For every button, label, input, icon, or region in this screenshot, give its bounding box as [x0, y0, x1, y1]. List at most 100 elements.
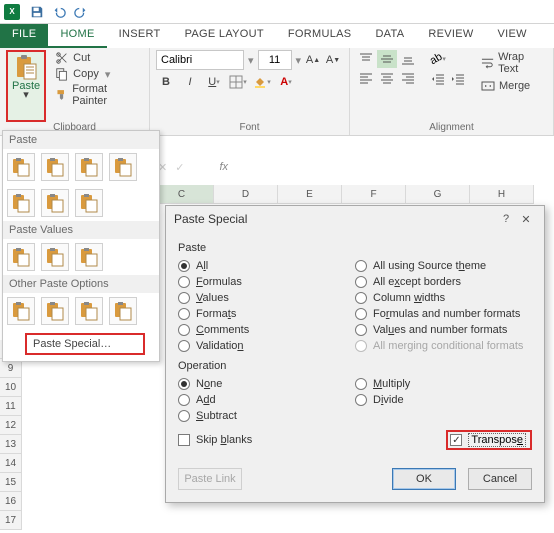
wrap-text-icon: [481, 56, 494, 70]
paste-option-transpose[interactable]: [75, 189, 103, 217]
column-header[interactable]: F: [342, 185, 406, 204]
paste-option-values[interactable]: [7, 243, 35, 271]
paste-option-no-borders[interactable]: [7, 189, 35, 217]
orientation-button[interactable]: ab▾: [428, 50, 448, 68]
tab-review[interactable]: REVIEW: [416, 24, 485, 48]
tab-formulas[interactable]: FORMULAS: [276, 24, 364, 48]
decrease-font-button[interactable]: A▼: [325, 51, 341, 69]
operation-radio-2[interactable]: Subtract: [178, 408, 355, 424]
italic-button[interactable]: I: [180, 72, 200, 92]
align-left-button[interactable]: [356, 69, 376, 87]
row-header[interactable]: 10: [0, 378, 22, 397]
operation-radio-1[interactable]: Add: [178, 392, 355, 408]
tab-page-layout[interactable]: PAGE LAYOUT: [173, 24, 276, 48]
increase-indent-button[interactable]: [448, 70, 468, 88]
merge-button[interactable]: Merge: [478, 78, 547, 94]
chevron-down-icon[interactable]: ▾: [248, 54, 254, 67]
close-button[interactable]: ✕: [516, 213, 536, 226]
align-right-button[interactable]: [398, 69, 418, 87]
excel-icon: X: [4, 4, 20, 20]
formula-accept-icon[interactable]: ✓: [175, 161, 184, 174]
ok-button[interactable]: OK: [392, 468, 456, 490]
undo-button[interactable]: [49, 2, 69, 22]
format-painter-button[interactable]: Format Painter: [52, 82, 143, 108]
formula-bar[interactable]: ✕ ✓ fx: [150, 155, 554, 179]
paste-radio-0[interactable]: All using Source theme: [355, 258, 532, 274]
fx-icon[interactable]: fx: [219, 161, 228, 173]
transpose-label: Transpose: [468, 433, 526, 447]
tab-data[interactable]: DATA: [363, 24, 416, 48]
paste-radio-5[interactable]: Validation: [178, 338, 355, 354]
operation-radio-0[interactable]: Multiply: [355, 376, 532, 392]
paste-option-values-src[interactable]: [75, 243, 103, 271]
wrap-text-button[interactable]: Wrap Text: [478, 50, 547, 76]
paste-special-menu-item[interactable]: Paste Special…: [25, 333, 145, 355]
help-button[interactable]: ?: [496, 213, 516, 225]
paste-option-values-fmt[interactable]: [75, 153, 103, 181]
paste-radio-4[interactable]: Values and number formats: [355, 322, 532, 338]
radio-icon: [178, 324, 190, 336]
copy-button[interactable]: Copy▾: [52, 66, 143, 82]
tab-insert[interactable]: INSERT: [107, 24, 173, 48]
paste-radio-1[interactable]: Formulas: [178, 274, 355, 290]
font-color-button[interactable]: A▾: [276, 72, 296, 92]
paste-option-keep-src[interactable]: [109, 153, 137, 181]
paste-radio-3[interactable]: Formats: [178, 306, 355, 322]
operation-radio-1[interactable]: Divide: [355, 392, 532, 408]
row-header[interactable]: 14: [0, 454, 22, 473]
tab-view[interactable]: VIEW: [486, 24, 539, 48]
operation-radio-0[interactable]: None: [178, 376, 355, 392]
paste-option-picture[interactable]: [75, 297, 103, 325]
paste-option-formulas[interactable]: [41, 153, 69, 181]
underline-button[interactable]: U▾: [204, 72, 224, 92]
row-header[interactable]: 13: [0, 435, 22, 454]
font-size-select[interactable]: [258, 50, 292, 70]
cancel-button[interactable]: Cancel: [468, 468, 532, 490]
column-header[interactable]: E: [278, 185, 342, 204]
align-top-button[interactable]: [356, 50, 376, 68]
paste-radio-2[interactable]: Values: [178, 290, 355, 306]
fill-color-button[interactable]: ▾: [252, 72, 272, 92]
format-painter-label: Format Painter: [72, 83, 140, 107]
chevron-down-icon[interactable]: ▾: [296, 54, 302, 67]
align-bottom-button[interactable]: [398, 50, 418, 68]
radio-icon: [178, 340, 190, 352]
paste-radio-4[interactable]: Comments: [178, 322, 355, 338]
row-header[interactable]: 11: [0, 397, 22, 416]
transpose-checkbox[interactable]: Transpose: [446, 430, 532, 450]
paste-radio-0[interactable]: All: [178, 258, 355, 274]
tab-file[interactable]: FILE: [0, 24, 48, 48]
bold-button[interactable]: B: [156, 72, 176, 92]
paste-radio-2[interactable]: Column widths: [355, 290, 532, 306]
row-header[interactable]: 17: [0, 511, 22, 530]
column-header[interactable]: G: [406, 185, 470, 204]
tab-home[interactable]: HOME: [48, 24, 106, 48]
paste-option-link[interactable]: [41, 297, 69, 325]
chevron-down-icon[interactable]: ▾: [12, 92, 40, 98]
paste-option-col-widths[interactable]: [41, 189, 69, 217]
row-header[interactable]: 16: [0, 492, 22, 511]
decrease-indent-button[interactable]: [428, 70, 448, 88]
increase-font-button[interactable]: A▲: [305, 51, 321, 69]
paste-option-all[interactable]: [7, 153, 35, 181]
cut-button[interactable]: Cut: [52, 50, 143, 66]
align-center-button[interactable]: [377, 69, 397, 87]
paste-option-values-num[interactable]: [41, 243, 69, 271]
dialog-title-bar[interactable]: Paste Special ? ✕: [166, 206, 544, 232]
paste-split-button[interactable]: Paste ▾: [6, 50, 46, 122]
row-header[interactable]: 15: [0, 473, 22, 492]
paste-option-formatting[interactable]: [7, 297, 35, 325]
row-header[interactable]: 12: [0, 416, 22, 435]
skip-blanks-checkbox[interactable]: Skip blanks: [178, 430, 252, 450]
save-button[interactable]: [27, 2, 47, 22]
border-button[interactable]: ▾: [228, 72, 248, 92]
column-header[interactable]: D: [214, 185, 278, 204]
paste-option-linked-pic[interactable]: [109, 297, 137, 325]
column-header[interactable]: H: [470, 185, 534, 204]
chevron-down-icon[interactable]: ▾: [105, 68, 111, 81]
paste-radio-3[interactable]: Formulas and number formats: [355, 306, 532, 322]
font-name-select[interactable]: [156, 50, 244, 70]
paste-radio-1[interactable]: All except borders: [355, 274, 532, 290]
redo-button[interactable]: [71, 2, 91, 22]
align-middle-button[interactable]: [377, 50, 397, 68]
